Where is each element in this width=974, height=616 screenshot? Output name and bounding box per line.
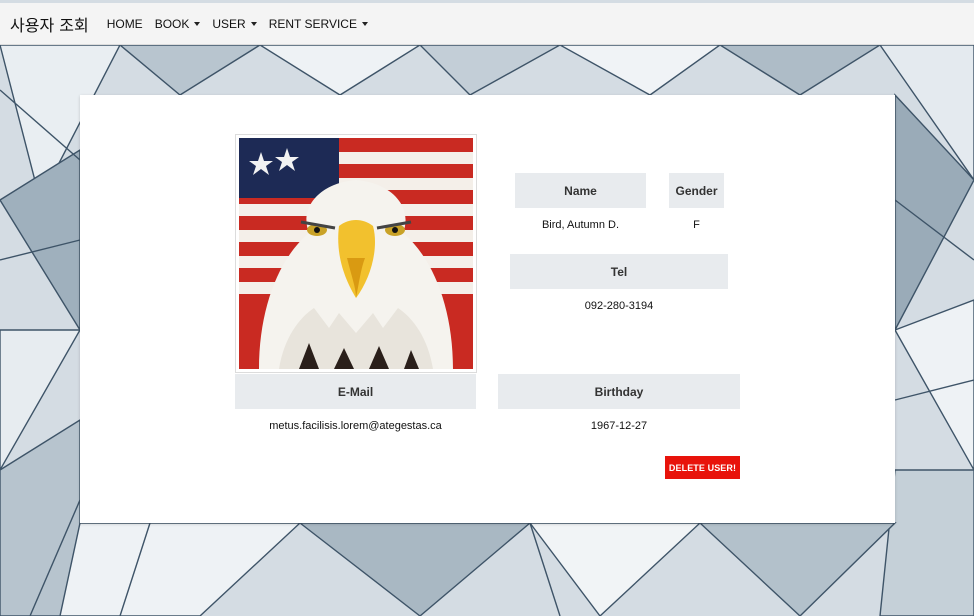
- user-detail-card: Name Gender Bird, Autumn D. F Tel 092-28…: [80, 95, 895, 523]
- nav-item-home[interactable]: HOME: [107, 17, 143, 31]
- name-value: Bird, Autumn D.: [541, 219, 620, 231]
- tel-value: 092-280-3194: [584, 300, 654, 312]
- navbar: 사용자 조회 HOME BOOK USER RENT SERVICE: [0, 3, 974, 45]
- nav-item-user[interactable]: USER: [212, 16, 257, 31]
- birthday-value: 1967-12-27: [590, 420, 648, 432]
- user-photo-eagle-icon: [239, 138, 473, 369]
- tel-header: Tel: [510, 254, 728, 289]
- caret-down-icon: [361, 21, 368, 26]
- user-photo-frame: [235, 134, 477, 373]
- nav-item-label: USER: [212, 16, 246, 31]
- delete-user-button[interactable]: DELETE USER!: [665, 456, 740, 479]
- email-value: metus.facilisis.lorem@ategestas.ca: [269, 420, 442, 432]
- nav-item-rent-service[interactable]: RENT SERVICE: [269, 17, 368, 31]
- email-header: E-Mail: [235, 374, 476, 409]
- caret-down-icon: [250, 21, 257, 26]
- nav-item-label: BOOK: [154, 16, 190, 31]
- name-header: Name: [515, 173, 646, 208]
- nav-item-label: RENT SERVICE: [268, 16, 357, 31]
- gender-header: Gender: [669, 173, 724, 208]
- caret-down-icon: [194, 21, 201, 26]
- navbar-brand[interactable]: 사용자 조회: [10, 12, 89, 36]
- gender-value: F: [693, 219, 700, 231]
- nav-item-book[interactable]: BOOK: [155, 17, 201, 31]
- birthday-header: Birthday: [498, 374, 740, 409]
- nav-item-label: HOME: [106, 16, 143, 31]
